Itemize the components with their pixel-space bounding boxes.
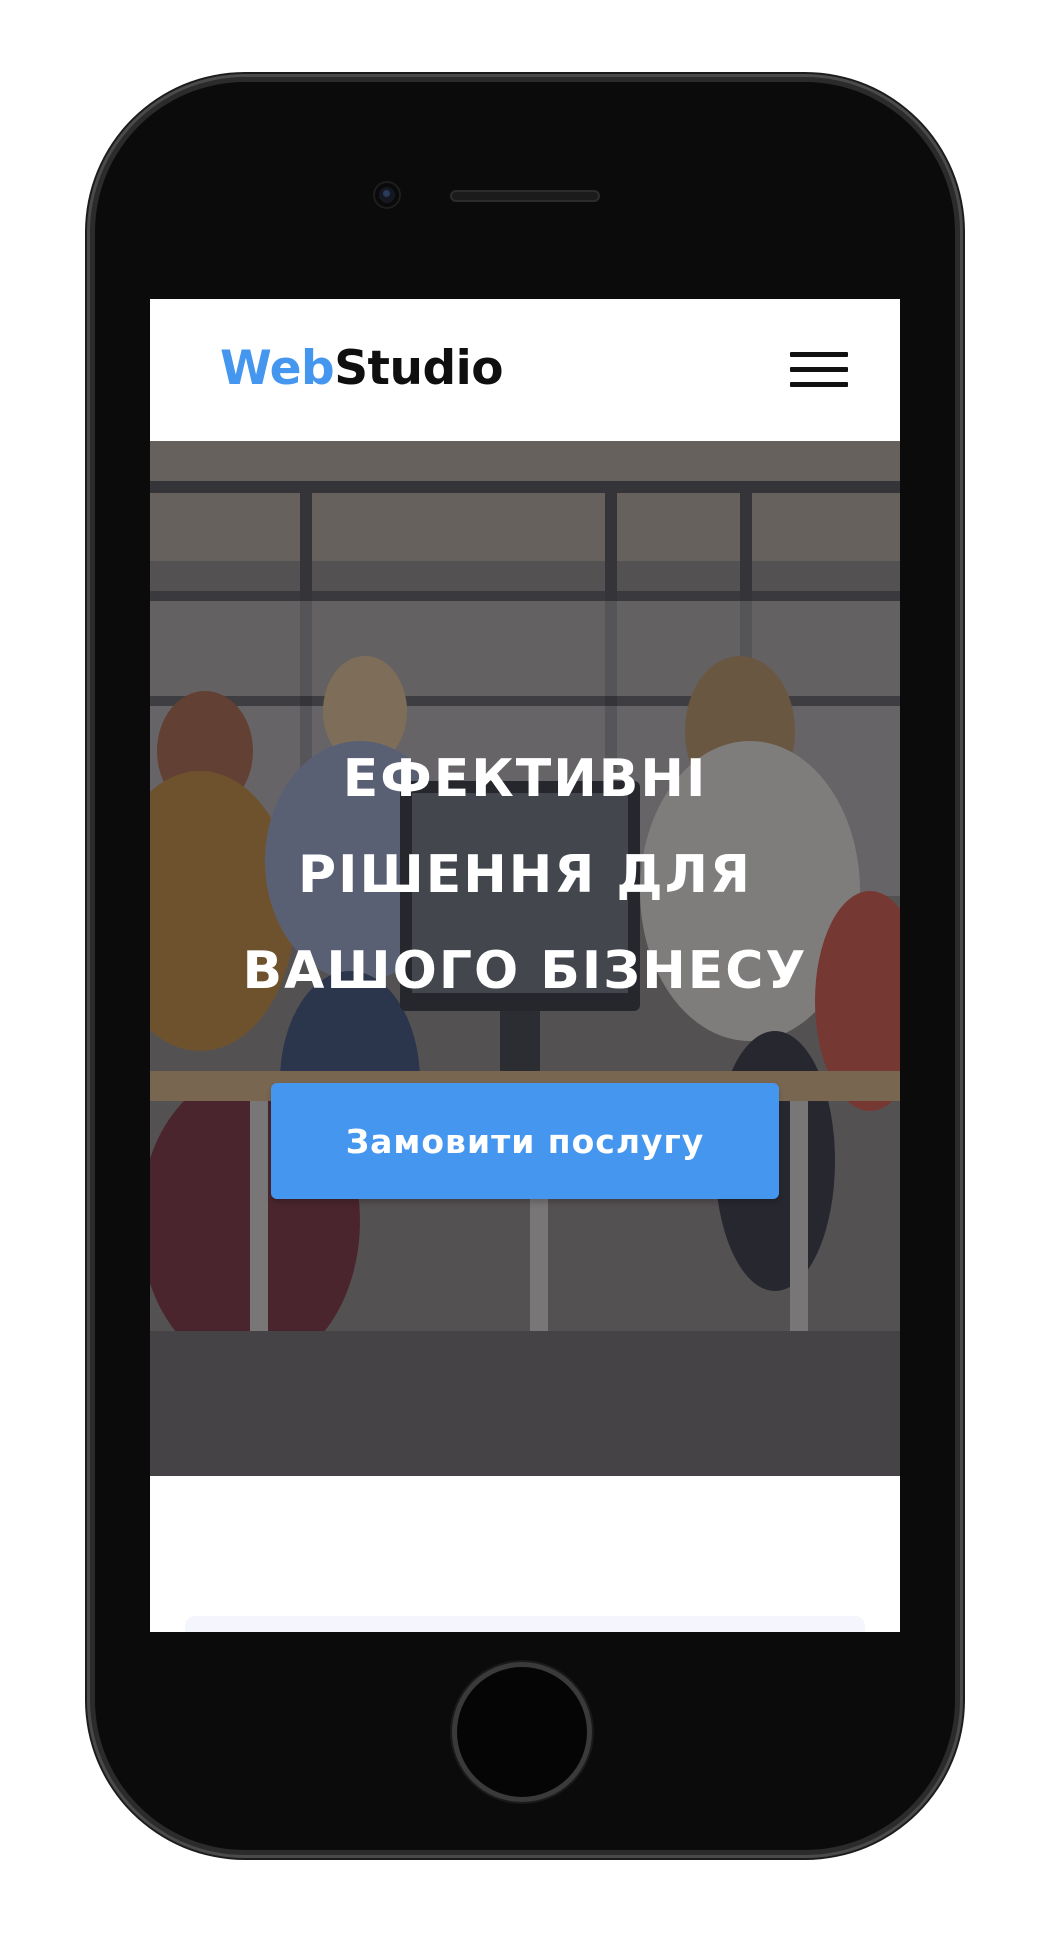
next-section-card [185, 1616, 865, 1632]
hero-title: Ефективні рішення для вашого бізнесу [242, 749, 808, 1001]
power-button [954, 458, 962, 588]
burger-line [790, 352, 848, 357]
hero-section: Ефективні рішення для вашого бізнесу Зам… [150, 441, 900, 1476]
burger-line [790, 367, 848, 372]
phone-screen: WebStudio ЕФЕКТИВНІ РІШЕННЯ ДЛЯ ВАШОГО Б… [150, 299, 900, 1632]
logo-accent: Web [220, 341, 335, 396]
site-logo[interactable]: WebStudio [220, 339, 504, 399]
earpiece-speaker [450, 190, 600, 202]
burger-line [790, 382, 848, 387]
front-camera [375, 183, 399, 207]
logo-rest: Studio [334, 341, 504, 396]
next-section [150, 1476, 900, 1632]
device-mockup: WebStudio ЕФЕКТИВНІ РІШЕННЯ ДЛЯ ВАШОГО Б… [0, 0, 1050, 1934]
home-button[interactable] [457, 1667, 587, 1797]
order-service-button[interactable]: Замовити послугу [271, 1083, 779, 1199]
hamburger-menu-icon[interactable] [790, 349, 848, 391]
site-header: WebStudio [150, 299, 900, 442]
